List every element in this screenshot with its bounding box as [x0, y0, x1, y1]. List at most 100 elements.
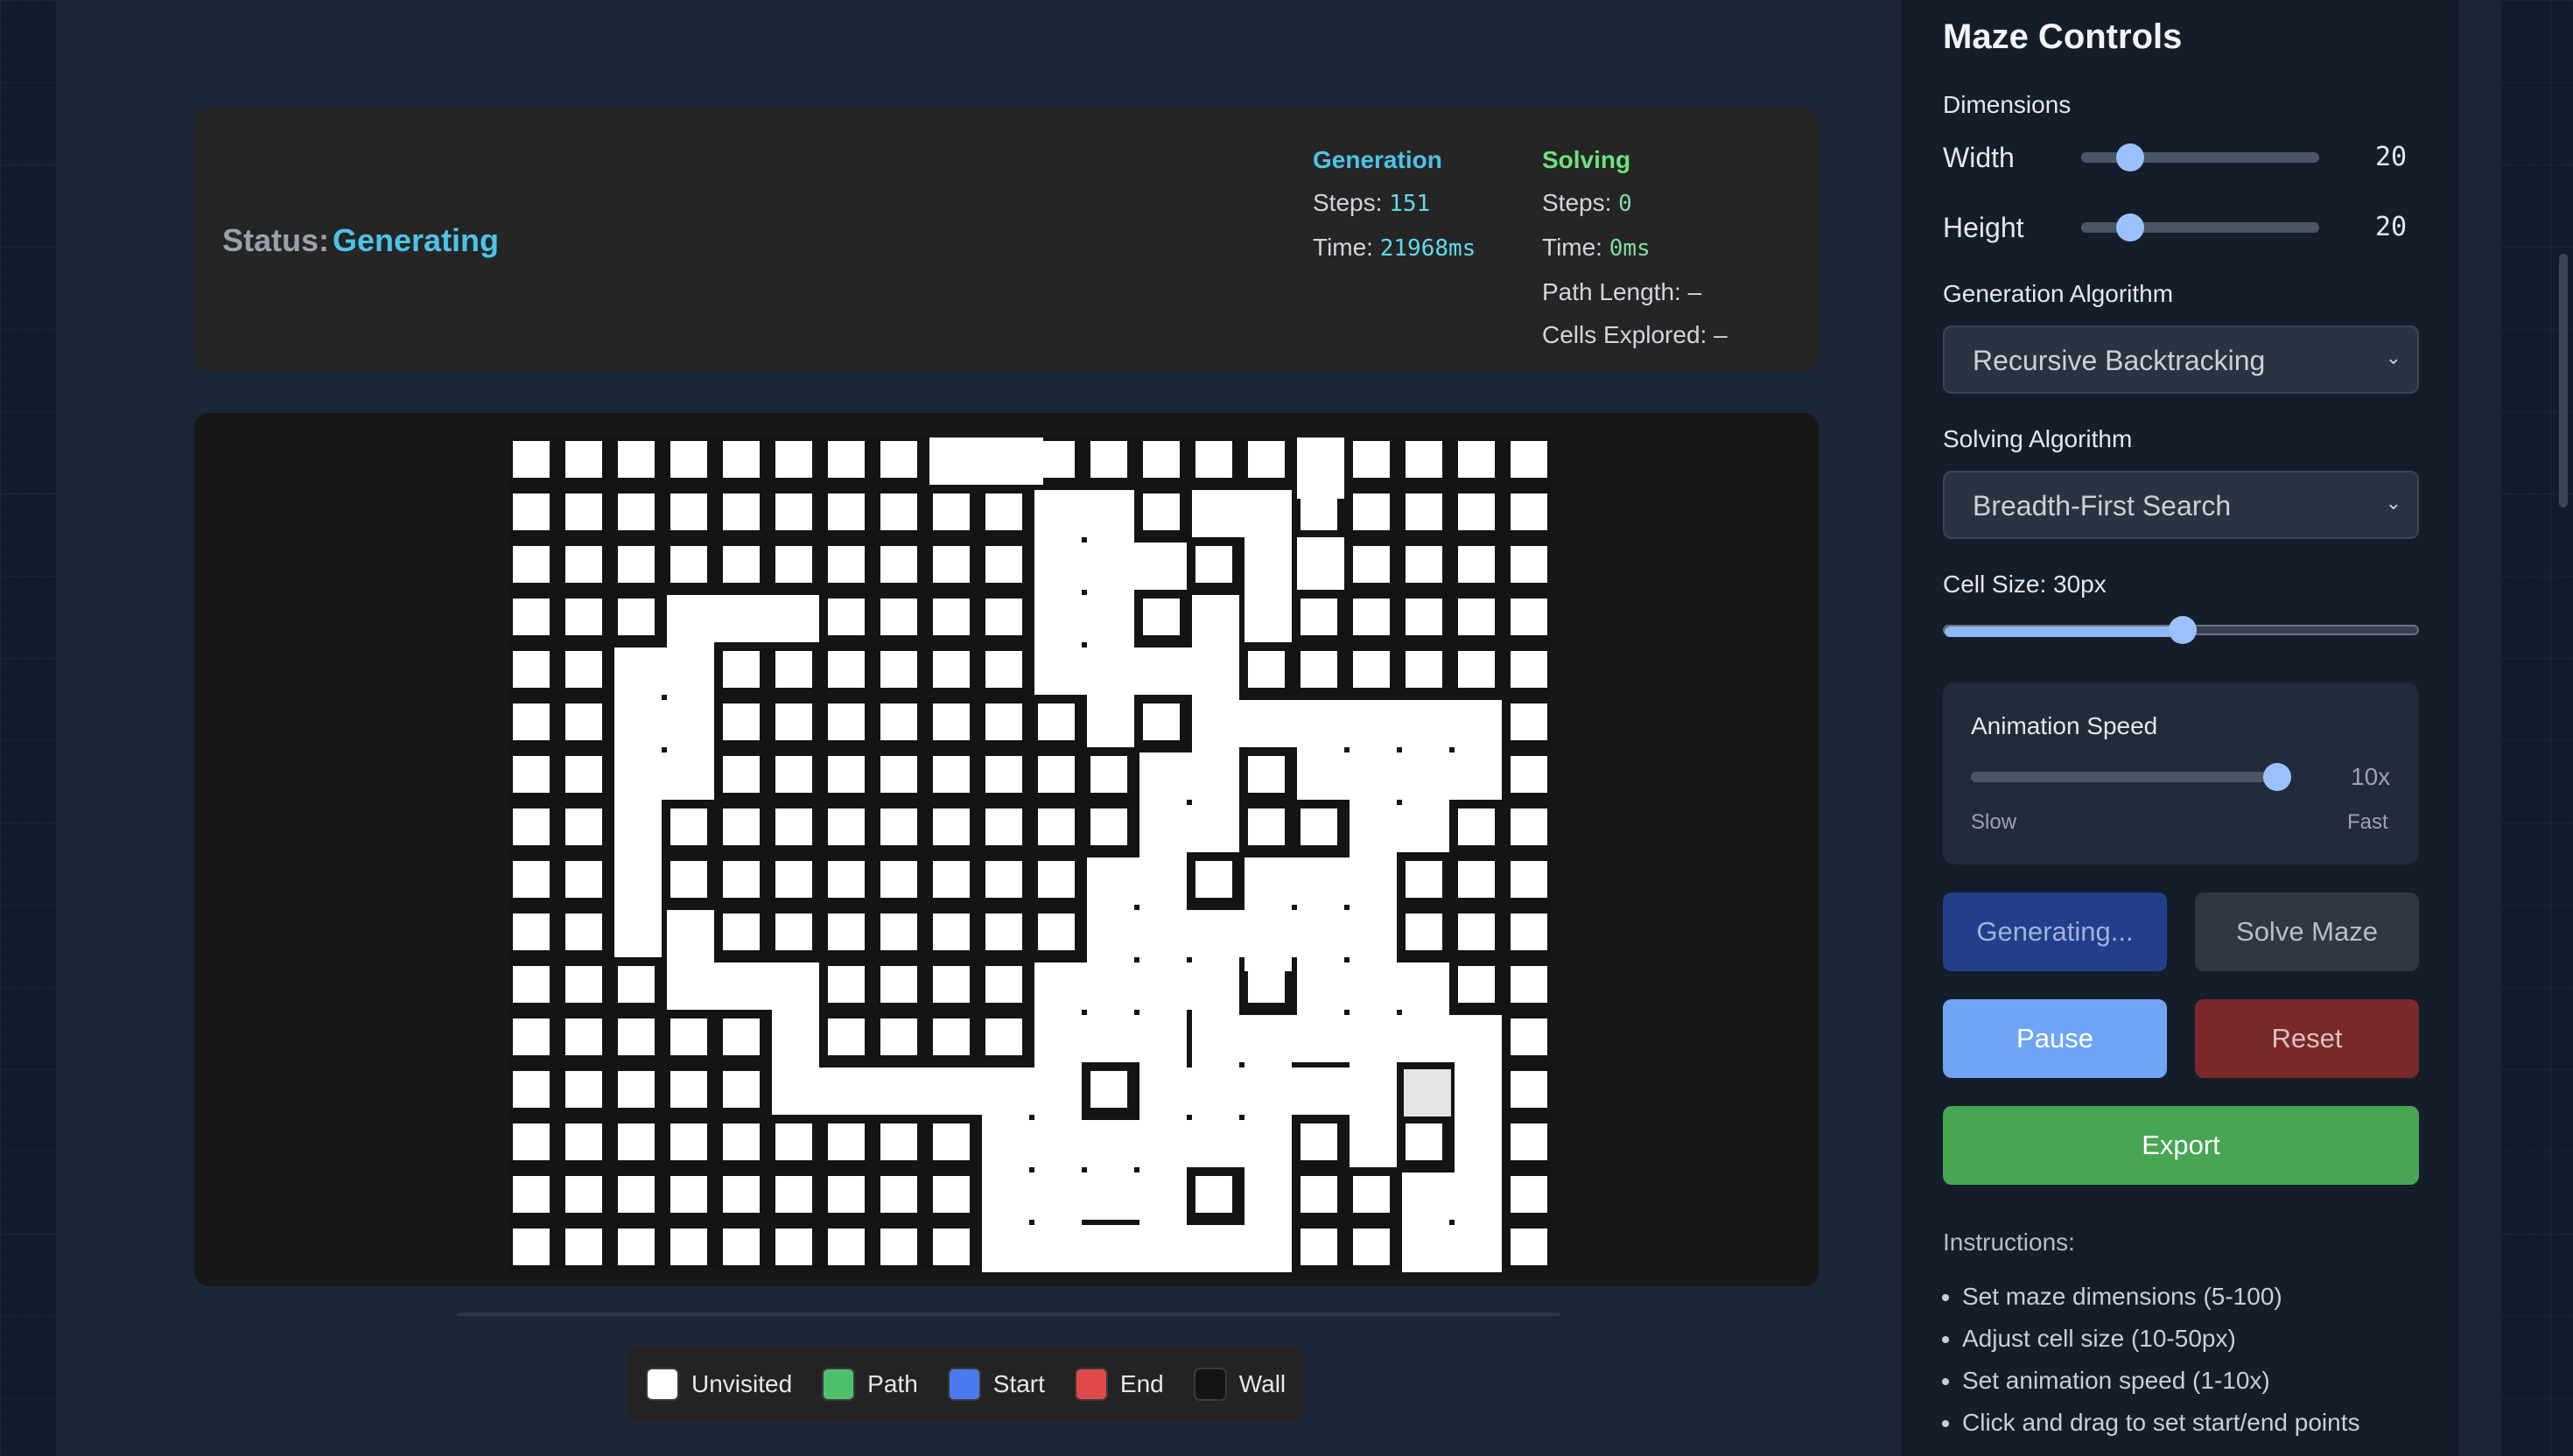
maze-cell-unvisited	[1406, 494, 1442, 530]
maze-cell-open	[929, 1068, 977, 1115]
solving-path-length: Path Length: –	[1542, 278, 1702, 305]
export-button[interactable]: Export	[1943, 1106, 2419, 1185]
maze-cell-unvisited	[828, 1018, 865, 1055]
maze-cell-open	[667, 910, 714, 957]
maze-cell-open	[1244, 858, 1292, 905]
maze-cell-unvisited	[933, 598, 970, 635]
solving-stats: Solving Steps: 0 Time: 0ms Path Length: …	[1542, 138, 1728, 356]
maze-cell-open	[1034, 1068, 1082, 1115]
maze-cell-unvisited	[1458, 441, 1495, 478]
maze-cell-open	[1297, 1015, 1344, 1062]
maze-cell-unvisited	[1248, 651, 1285, 688]
maze-cell-unvisited	[1458, 651, 1495, 688]
maze-cell-open	[1402, 752, 1449, 800]
page-scrollbar[interactable]	[2559, 254, 2568, 508]
legend-label: Wall	[1238, 1370, 1286, 1397]
maze-cell-open	[1139, 1120, 1187, 1167]
maze-cell-unvisited	[1038, 914, 1075, 950]
status-label: Status:	[222, 222, 330, 258]
generation-algorithm-select[interactable]: Recursive Backtracking ⌄	[1943, 326, 2419, 394]
maze-cell-open	[1297, 1068, 1344, 1115]
cell-size-slider[interactable]	[1943, 616, 2419, 644]
slow-label: Slow	[1971, 810, 2017, 834]
maze-cell-open	[1350, 858, 1397, 905]
main-area: Status: Generating Generation Steps: 151…	[56, 0, 1901, 1456]
maze-cell-unvisited	[933, 704, 970, 740]
maze-cell-unvisited	[828, 1124, 865, 1160]
solve-maze-button[interactable]: Solve Maze	[2195, 892, 2419, 971]
maze-cell-open	[1192, 490, 1239, 537]
maze-cell-unvisited	[933, 546, 970, 583]
maze-cell-open	[1087, 595, 1134, 642]
maze-cell-open	[1455, 1068, 1502, 1115]
maze-cell-unvisited	[1406, 914, 1442, 950]
maze-cell-unvisited	[1406, 651, 1442, 688]
cell-size-label: Cell Size: 30px	[1943, 570, 2107, 598]
maze-cell-unvisited	[1511, 914, 1547, 950]
maze-cell-unvisited	[513, 914, 550, 950]
maze-cell-unvisited	[1143, 704, 1180, 740]
maze-cell-unvisited	[723, 861, 760, 898]
maze-cell-unvisited	[723, 756, 760, 793]
maze-cell-open	[614, 752, 662, 800]
maze-cell-unvisited	[1353, 651, 1390, 688]
controls-panel: Maze Controls Dimensions Width 20 Height…	[1901, 0, 2459, 1456]
maze-cell-unvisited	[880, 808, 917, 845]
maze-cell-unvisited	[1406, 1124, 1442, 1160]
maze-current-cell	[1404, 1069, 1451, 1116]
maze-cell-open	[1139, 910, 1187, 957]
maze-cell-open	[1087, 1225, 1134, 1272]
maze-cell-open	[667, 700, 714, 747]
maze-cell-unvisited	[1301, 1228, 1337, 1265]
maze-cell-open	[614, 648, 662, 695]
maze-cell-unvisited	[565, 808, 602, 845]
maze-cell-open	[1297, 962, 1344, 1010]
width-slider-thumb[interactable]	[2116, 144, 2144, 172]
width-slider[interactable]	[2081, 144, 2319, 172]
maze-cell-unvisited	[933, 1124, 970, 1160]
height-slider[interactable]	[2081, 214, 2319, 242]
pause-button[interactable]: Pause	[1943, 999, 2167, 1078]
legend: Unvisited Path Start End Wall	[627, 1348, 1306, 1421]
width-value: 20	[2375, 142, 2408, 172]
generate-button[interactable]: Generating...	[1943, 892, 2167, 971]
maze-cell-open	[1087, 1172, 1134, 1220]
maze-cell-open	[1192, 648, 1239, 695]
maze-cell-unvisited	[1406, 598, 1442, 635]
maze-cell-unvisited	[1458, 494, 1495, 530]
maze-cell-open	[614, 700, 662, 747]
maze-cell-unvisited	[723, 1228, 760, 1265]
animation-speed-slider-thumb[interactable]	[2263, 763, 2291, 791]
instruction-item: Click and drag to set start/end points	[1962, 1402, 2359, 1444]
maze-cell-open	[1350, 752, 1397, 800]
maze-cell-open	[1350, 962, 1397, 1010]
maze-cell-open	[1455, 1225, 1502, 1272]
maze-cell-open	[1297, 752, 1344, 800]
legend-label: End	[1119, 1370, 1164, 1397]
animation-speed-slider[interactable]	[1971, 763, 2291, 791]
solving-algorithm-select[interactable]: Breadth-First Search ⌄	[1943, 471, 2419, 539]
maze-cell-unvisited	[618, 441, 655, 478]
maze-cell-unvisited	[1511, 1176, 1547, 1213]
maze-cell-unvisited	[880, 966, 917, 1003]
maze-cell-unvisited	[828, 914, 865, 950]
maze-cell-open	[1034, 490, 1082, 537]
maze-cell-unvisited	[565, 651, 602, 688]
maze-canvas[interactable]	[196, 413, 1817, 1286]
height-slider-thumb[interactable]	[2116, 214, 2144, 242]
reset-button[interactable]: Reset	[2195, 999, 2419, 1078]
maze-cell-unvisited	[828, 598, 865, 635]
maze-cell-open	[982, 1068, 1029, 1115]
maze-cell-unvisited	[985, 546, 1022, 583]
maze-cell-unvisited	[670, 546, 707, 583]
app-window: Status: Generating Generation Steps: 151…	[56, 0, 2501, 1456]
maze-cell-unvisited	[880, 494, 917, 530]
maze-cell-open	[1244, 1120, 1292, 1167]
maze-cell-unvisited	[1511, 494, 1547, 530]
solving-time-value: 0ms	[1609, 235, 1651, 262]
maze-cell-unvisited	[985, 861, 1022, 898]
solving-cells-explored: Cells Explored: –	[1542, 321, 1728, 348]
cell-size-slider-thumb[interactable]	[2169, 616, 2197, 644]
maze-cell-unvisited	[933, 808, 970, 845]
maze-cell-open	[1087, 700, 1134, 747]
